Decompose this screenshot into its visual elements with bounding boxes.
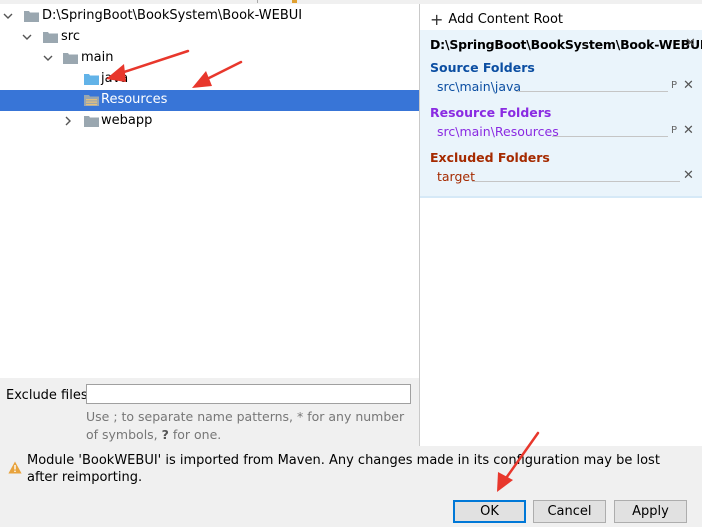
source-folder-icon bbox=[84, 73, 99, 85]
close-icon[interactable]: ✕ bbox=[683, 168, 694, 183]
folder-icon bbox=[63, 52, 78, 64]
resource-folder-icon bbox=[84, 94, 99, 106]
warning-text: Module 'BookWEBUI' is imported from Mave… bbox=[27, 453, 660, 485]
content-root-path: D:\SpringBoot\BookSystem\Book-WEBUI bbox=[430, 37, 702, 52]
resource-folders-title: Resource Folders bbox=[430, 105, 552, 120]
tree-row-main[interactable]: main bbox=[0, 48, 419, 69]
add-content-root-button[interactable]: + Add Content Root bbox=[430, 10, 563, 29]
folder-icon bbox=[24, 10, 39, 22]
source-folder-underline bbox=[516, 91, 668, 92]
source-folder-item[interactable]: src\main\java bbox=[437, 79, 521, 94]
properties-icon[interactable]: P bbox=[671, 125, 677, 136]
chevron-down-icon[interactable] bbox=[21, 31, 33, 43]
properties-icon[interactable]: P bbox=[671, 80, 677, 91]
source-folders-title: Source Folders bbox=[430, 60, 535, 75]
add-content-root-label: Add Content Root bbox=[448, 12, 563, 27]
close-icon[interactable]: ✕ bbox=[683, 123, 694, 138]
maven-warning: Module 'BookWEBUI' is imported from Mave… bbox=[0, 446, 702, 490]
tree-label-src: src bbox=[61, 29, 80, 44]
tree-label-webapp: webapp bbox=[101, 113, 153, 128]
strip-tick bbox=[257, 0, 258, 3]
tree-row-java[interactable]: java bbox=[0, 69, 419, 90]
remove-root-close-icon[interactable]: ✕ bbox=[685, 36, 696, 51]
resource-folder-item[interactable]: src\main\Resources bbox=[437, 124, 559, 139]
tree-label-root: D:\SpringBoot\BookSystem\Book-WEBUI bbox=[42, 8, 303, 23]
tree-row-webapp[interactable]: webapp bbox=[0, 111, 419, 132]
close-icon[interactable]: ✕ bbox=[683, 78, 694, 93]
chevron-down-icon[interactable] bbox=[42, 52, 54, 64]
hint-text: Use ; to separate name patterns, * for a… bbox=[86, 409, 405, 442]
exclude-files-label: Exclude files: bbox=[6, 388, 93, 403]
strip-tick bbox=[292, 0, 297, 3]
exclude-files-input[interactable] bbox=[86, 384, 411, 404]
excluded-folder-underline bbox=[472, 181, 680, 182]
apply-button[interactable]: Apply bbox=[614, 500, 687, 523]
content-root-panel: + Add Content Root D:\SpringBoot\BookSys… bbox=[420, 4, 702, 446]
warning-icon bbox=[8, 461, 22, 478]
tree-label-java: java bbox=[101, 71, 129, 86]
excluded-folder-item[interactable]: target bbox=[437, 169, 475, 184]
tree-row-root[interactable]: D:\SpringBoot\BookSystem\Book-WEBUI bbox=[0, 6, 419, 27]
plus-icon: + bbox=[430, 10, 444, 29]
tree-label-main: main bbox=[81, 50, 114, 65]
chevron-right-icon[interactable] bbox=[62, 115, 74, 127]
resource-folder-underline bbox=[552, 136, 668, 137]
chevron-down-icon[interactable] bbox=[2, 10, 14, 22]
hint-text: for one. bbox=[168, 427, 222, 442]
folder-icon bbox=[43, 31, 58, 43]
folder-icon bbox=[84, 115, 99, 127]
tree-row-resources[interactable]: Resources bbox=[0, 90, 419, 111]
content-root-card: D:\SpringBoot\BookSystem\Book-WEBUI ✕ So… bbox=[420, 30, 702, 198]
excluded-folders-title: Excluded Folders bbox=[430, 150, 550, 165]
folder-tree: D:\SpringBoot\BookSystem\Book-WEBUI src … bbox=[0, 4, 419, 378]
exclude-files-hint: Use ; to separate name patterns, * for a… bbox=[86, 408, 406, 444]
cancel-button[interactable]: Cancel bbox=[533, 500, 606, 523]
tree-row-src[interactable]: src bbox=[0, 27, 419, 48]
ok-button[interactable]: OK bbox=[453, 500, 526, 523]
hint-wildcard: ? bbox=[161, 427, 169, 442]
tree-label-resources: Resources bbox=[101, 92, 168, 107]
